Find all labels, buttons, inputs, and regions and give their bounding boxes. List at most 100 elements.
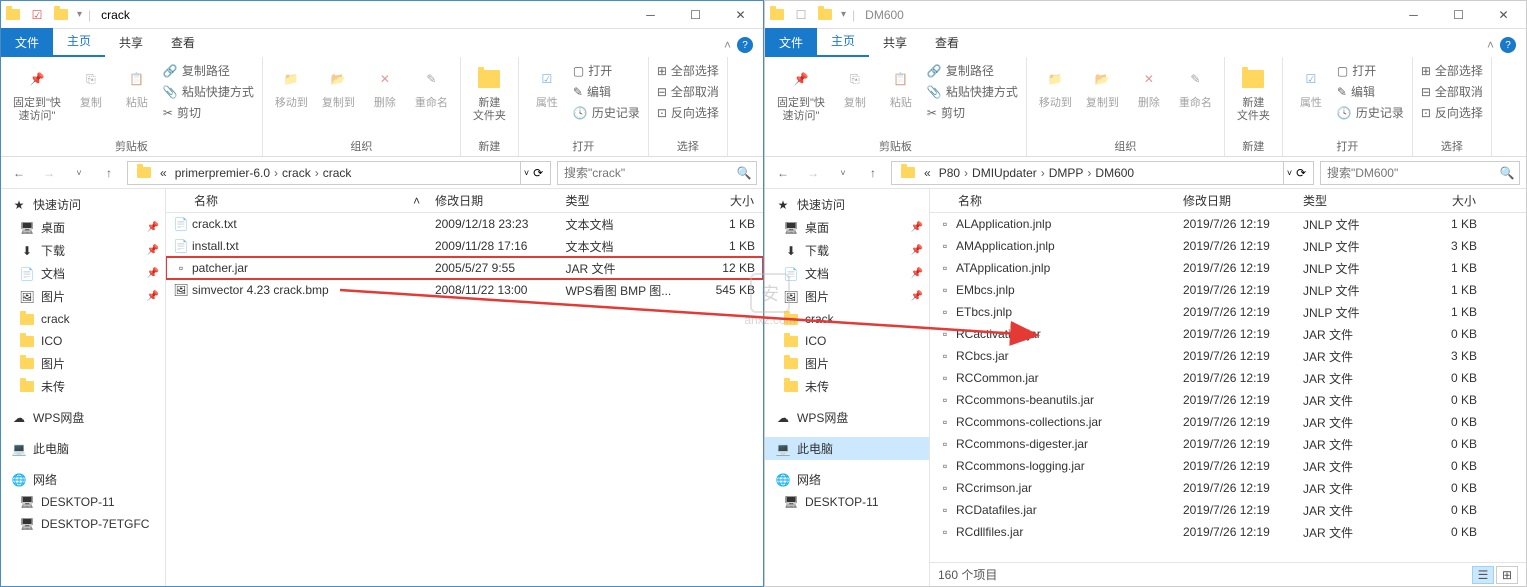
copy-path-button[interactable]: 🔗复制路径 [163, 61, 254, 80]
pin-button[interactable]: 📌 固定到"快 速访问" [9, 61, 65, 125]
dropdown-icon[interactable]: ˅ [1287, 168, 1296, 178]
delete-button[interactable]: ✕删除 [1129, 61, 1169, 112]
back-button[interactable]: ← [7, 161, 31, 185]
col-name[interactable]: 名称 [930, 189, 1175, 212]
edit-button[interactable]: ✎编辑 [1337, 82, 1404, 101]
search-input[interactable] [1321, 166, 1495, 180]
paste-button[interactable]: 📋 粘贴 [117, 61, 157, 112]
table-row[interactable]: ▫RCbcs.jar2019/7/26 12:19JAR 文件3 KB [930, 345, 1526, 367]
help-icon[interactable]: ? [737, 37, 753, 53]
table-row[interactable]: ▫RCcommons-beanutils.jar2019/7/26 12:19J… [930, 389, 1526, 411]
table-row[interactable]: ▫RCcommons-logging.jar2019/7/26 12:19JAR… [930, 455, 1526, 477]
col-size[interactable]: 大小 [1415, 189, 1485, 212]
collapse-ribbon-icon[interactable]: ˄ [724, 38, 731, 52]
table-row[interactable]: ▫RCactivation.jar2019/7/26 12:19JAR 文件0 … [930, 323, 1526, 345]
sidebar-item-图片[interactable]: 🖼图片📌 [765, 285, 929, 308]
sidebar-item-此电脑[interactable]: 💻此电脑 [765, 437, 929, 460]
table-row[interactable]: 🖼simvector 4.23 crack.bmp2008/11/22 13:0… [166, 279, 763, 301]
paste-shortcut-button[interactable]: 📎粘贴快捷方式 [927, 82, 1018, 101]
selectall-button[interactable]: ⊞全部选择 [657, 61, 719, 80]
sidebar-item-文档[interactable]: 📄文档📌 [1, 262, 165, 285]
copy-path-button[interactable]: 🔗复制路径 [927, 61, 1018, 80]
table-row[interactable]: ▫RCdllfiles.jar2019/7/26 12:19JAR 文件0 KB [930, 521, 1526, 543]
close-button[interactable]: ✕ [1481, 1, 1526, 29]
table-row[interactable]: ▫RCCommon.jar2019/7/26 12:19JAR 文件0 KB [930, 367, 1526, 389]
table-row[interactable]: ▫RCcrimson.jar2019/7/26 12:19JAR 文件0 KB [930, 477, 1526, 499]
sidebar-item-桌面[interactable]: 🖥桌面📌 [765, 216, 929, 239]
search-box[interactable]: 🔍 [1320, 161, 1520, 185]
search-box[interactable]: 🔍 [557, 161, 757, 185]
close-button[interactable]: ✕ [718, 1, 763, 29]
recent-dropdown-icon[interactable]: ˅ [831, 161, 855, 185]
back-button[interactable]: ← [771, 161, 795, 185]
sidebar-item-下载[interactable]: ⬇下载📌 [765, 239, 929, 262]
tab-home[interactable]: 主页 [53, 26, 105, 57]
sidebar-item-ICO[interactable]: ICO [1, 330, 165, 352]
table-row[interactable]: ▫RCcommons-digester.jar2019/7/26 12:19JA… [930, 433, 1526, 455]
sidebar-item-此电脑[interactable]: 💻此电脑 [1, 437, 165, 460]
file-list[interactable]: ▫ALApplication.jnlp2019/7/26 12:19JNLP 文… [930, 213, 1526, 562]
tab-view[interactable]: 查看 [157, 28, 209, 57]
col-size[interactable]: 大小 [688, 189, 763, 212]
copy-button[interactable]: ⎘复制 [835, 61, 875, 112]
sidebar-item-未传[interactable]: 未传 [765, 375, 929, 398]
open-button[interactable]: ▢打开 [1337, 61, 1404, 80]
moveto-button[interactable]: 📁移动到 [1035, 61, 1076, 112]
sort-indicator-icon[interactable]: ˄ [407, 189, 427, 212]
search-icon[interactable]: 🔍 [732, 166, 756, 180]
copy-button[interactable]: ⎘ 复制 [71, 61, 111, 112]
sidebar-item-未传[interactable]: 未传 [1, 375, 165, 398]
table-row[interactable]: ▫ETbcs.jnlp2019/7/26 12:19JNLP 文件1 KB [930, 301, 1526, 323]
up-button[interactable]: ↑ [97, 161, 121, 185]
refresh-icon[interactable]: ⟳ [1296, 166, 1306, 180]
sidebar-item-WPS网盘[interactable]: ☁WPS网盘 [1, 406, 165, 429]
maximize-button[interactable]: ☐ [1436, 1, 1481, 29]
selectnone-button[interactable]: ⊟全部取消 [657, 82, 719, 101]
sidebar-item-crack[interactable]: crack [765, 308, 929, 330]
sidebar-item-图片[interactable]: 图片 [765, 352, 929, 375]
details-view-icon[interactable]: ☰ [1472, 566, 1494, 584]
col-name[interactable]: 名称 [166, 189, 407, 212]
dropdown-icon[interactable]: ˅ [524, 168, 533, 178]
table-row[interactable]: ▫EMbcs.jnlp2019/7/26 12:19JNLP 文件1 KB [930, 279, 1526, 301]
sidebar-item-DESKTOP-11[interactable]: 🖥DESKTOP-11 [1, 491, 165, 513]
col-type[interactable]: 类型 [1295, 189, 1415, 212]
sidebar-item-WPS网盘[interactable]: ☁WPS网盘 [765, 406, 929, 429]
sidebar-item-图片[interactable]: 🖼图片📌 [1, 285, 165, 308]
copyto-button[interactable]: 📂复制到 [1082, 61, 1123, 112]
qat-dropdown-icon[interactable]: ▾ [837, 9, 850, 20]
cut-button[interactable]: ✂剪切 [163, 103, 254, 122]
collapse-ribbon-icon[interactable]: ˄ [1487, 38, 1494, 52]
history-button[interactable]: 🕓历史记录 [1337, 103, 1404, 122]
tab-share[interactable]: 共享 [105, 28, 157, 57]
tab-share[interactable]: 共享 [869, 28, 921, 57]
search-input[interactable] [558, 166, 732, 180]
check-icon[interactable]: ☑ [29, 7, 45, 23]
maximize-button[interactable]: ☐ [673, 1, 718, 29]
sidebar-item-快速访问[interactable]: ★快速访问 [1, 193, 165, 216]
qat-dropdown-icon[interactable]: ▾ [73, 9, 86, 20]
sidebar-item-下载[interactable]: ⬇下载📌 [1, 239, 165, 262]
col-date[interactable]: 修改日期 [427, 189, 557, 212]
edit-button[interactable]: ✎编辑 [573, 82, 640, 101]
rename-button[interactable]: ✎重命名 [411, 61, 452, 112]
refresh-icon[interactable]: ⟳ [533, 166, 543, 180]
selectall-button[interactable]: ⊞全部选择 [1421, 61, 1483, 80]
tab-view[interactable]: 查看 [921, 28, 973, 57]
sidebar-item-网络[interactable]: 🌐网络 [765, 468, 929, 491]
col-date[interactable]: 修改日期 [1175, 189, 1295, 212]
forward-button[interactable]: → [801, 161, 825, 185]
tab-home[interactable]: 主页 [817, 26, 869, 57]
pin-button[interactable]: 📌固定到"快 速访问" [773, 61, 829, 125]
moveto-button[interactable]: 📁移动到 [271, 61, 312, 112]
sidebar-item-crack[interactable]: crack [1, 308, 165, 330]
newfolder-button[interactable]: 新建 文件夹 [469, 61, 510, 125]
rename-button[interactable]: ✎重命名 [1175, 61, 1216, 112]
breadcrumb[interactable]: « primerpremier-6.0› crack› crack ˅⟳ [127, 161, 551, 185]
recent-dropdown-icon[interactable]: ˅ [67, 161, 91, 185]
table-row[interactable]: ▫patcher.jar2005/5/27 9:55JAR 文件12 KB [166, 257, 763, 279]
sidebar-item-图片[interactable]: 图片 [1, 352, 165, 375]
sidebar-item-网络[interactable]: 🌐网络 [1, 468, 165, 491]
table-row[interactable]: ▫RCcommons-collections.jar2019/7/26 12:1… [930, 411, 1526, 433]
paste-shortcut-button[interactable]: 📎粘贴快捷方式 [163, 82, 254, 101]
